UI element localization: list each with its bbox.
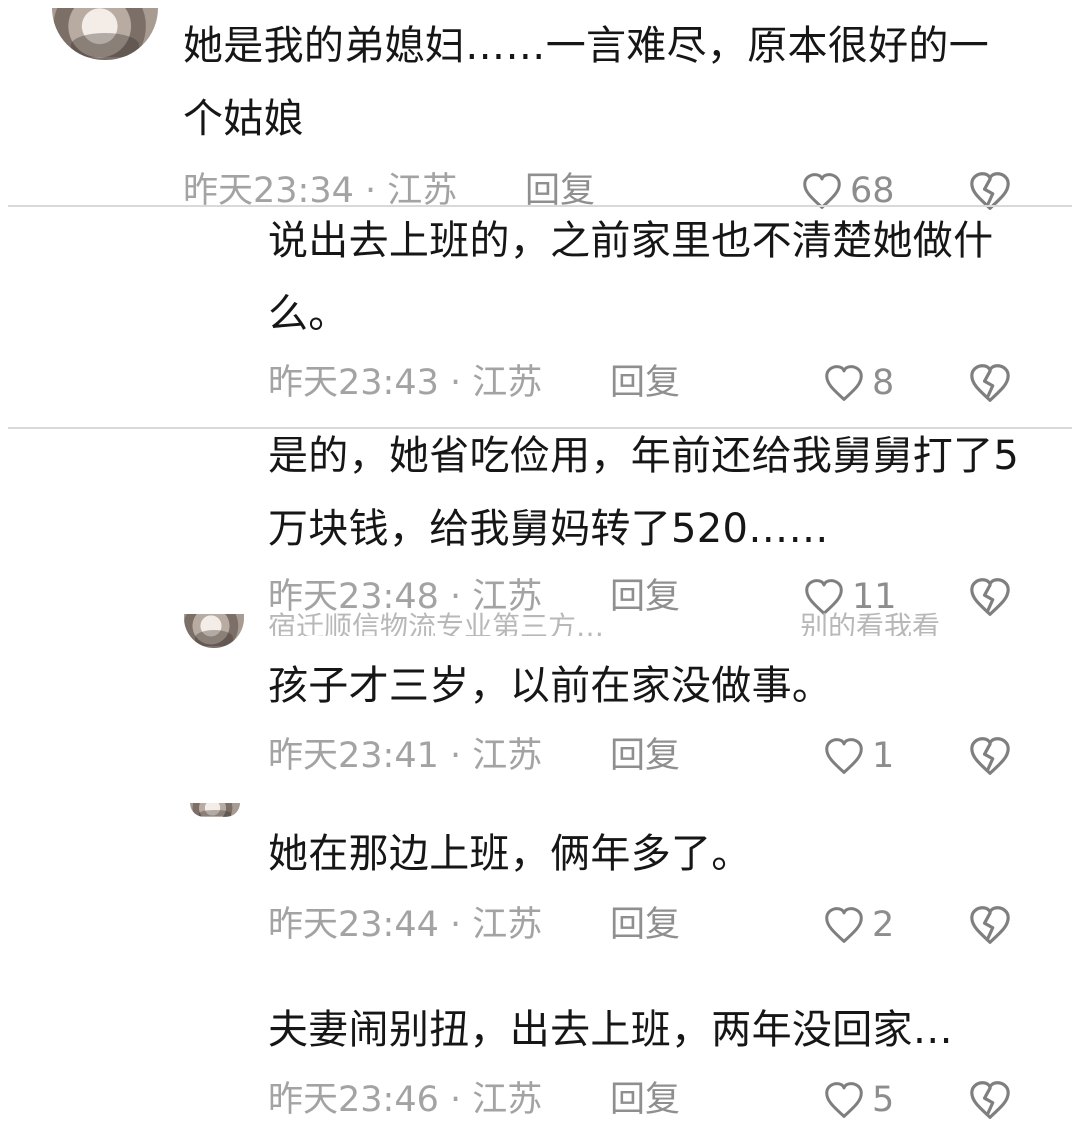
heart-icon xyxy=(805,579,843,615)
like-count: 5 xyxy=(872,1080,895,1120)
like-count: 1 xyxy=(872,736,895,776)
like-count: 2 xyxy=(872,905,895,945)
like-count: 8 xyxy=(872,363,895,403)
broken-heart-icon[interactable] xyxy=(968,363,1012,403)
timestamp-location: 昨天23:44 · 江苏 xyxy=(268,905,543,945)
timestamp-location: 昨天23:46 · 江苏 xyxy=(268,1080,543,1120)
comment-text: 她是我的弟媳妇……一言难尽，原本很好的一个姑娘 xyxy=(183,23,989,142)
reply-button[interactable]: 回复 xyxy=(610,1076,680,1124)
reply-button[interactable]: 回复 xyxy=(610,901,680,949)
reply-button[interactable]: 回复 xyxy=(610,359,680,407)
reply-button[interactable]: 回复 xyxy=(610,732,680,780)
like-button[interactable]: 2 xyxy=(823,901,894,949)
comment-text: 是的，她省吃俭用，年前还给我舅舅打了5万块钱，给我舅妈转了520…… xyxy=(268,433,1020,552)
reply-button[interactable]: 回复 xyxy=(610,573,680,621)
avatar[interactable] xyxy=(190,803,240,817)
timestamp-location: 昨天23:43 · 江苏 xyxy=(268,363,543,403)
broken-heart-icon[interactable] xyxy=(968,905,1012,945)
heart-icon xyxy=(825,738,863,774)
partial-label: 别的看我看 xyxy=(800,612,941,636)
comment-text: 说出去上班的，之前家里也不清楚她做什么。 xyxy=(268,218,994,337)
like-button[interactable]: 8 xyxy=(823,359,894,407)
like-button[interactable]: 5 xyxy=(823,1076,894,1124)
comment-meta: 昨天23:41 · 江苏 回复 1 xyxy=(268,732,1028,780)
comment-meta: 昨天23:44 · 江苏 回复 2 xyxy=(268,901,1028,949)
broken-heart-icon[interactable] xyxy=(968,736,1012,776)
timestamp-location: 昨天23:41 · 江苏 xyxy=(268,736,543,776)
comment-text: 她在那边上班，俩年多了。 xyxy=(268,831,752,877)
comment-meta: 昨天23:43 · 江苏 回复 8 xyxy=(268,359,1028,407)
heart-icon xyxy=(825,1082,863,1118)
heart-icon xyxy=(825,907,863,943)
comment-meta: 昨天23:46 · 江苏 回复 5 xyxy=(268,1076,1028,1124)
comment-text: 孩子才三岁，以前在家没做事。 xyxy=(268,663,833,709)
partial-username: 宿迁顺信物流专业第三方… xyxy=(268,612,605,636)
like-button[interactable]: 1 xyxy=(823,732,894,780)
broken-heart-icon[interactable] xyxy=(968,577,1012,617)
avatar[interactable] xyxy=(184,614,244,648)
heart-icon xyxy=(825,365,863,401)
broken-heart-icon[interactable] xyxy=(968,1080,1012,1120)
avatar[interactable] xyxy=(52,8,158,60)
comment-text: 夫妻闹别扭，出去上班，两年没回家… xyxy=(268,1007,954,1053)
